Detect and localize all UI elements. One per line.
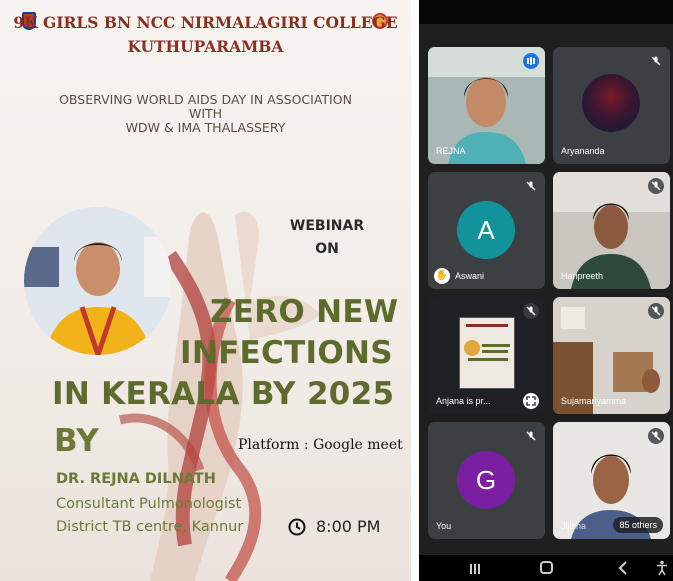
rose-avatar-image bbox=[582, 74, 640, 132]
title-line1: ZERO NEW bbox=[210, 294, 399, 330]
mic-off-icon bbox=[648, 428, 664, 444]
home-icon[interactable] bbox=[540, 561, 553, 574]
participant-tile-haripreeth[interactable]: Haripreeth bbox=[553, 172, 670, 289]
accessibility-icon[interactable] bbox=[656, 560, 668, 576]
event-time: 8:00 PM bbox=[316, 517, 381, 536]
participant-name: Haripreeth bbox=[561, 271, 604, 281]
participant-name: Jijisha bbox=[561, 521, 587, 531]
mic-off-icon bbox=[648, 303, 664, 319]
webinar-poster: 9K GIRLS BN NCC NIRMALAGIRI COLLEGE KUTH… bbox=[0, 0, 411, 581]
webinar-on-label: ON bbox=[315, 241, 339, 257]
participant-name: Anjana is pr... bbox=[436, 396, 491, 406]
poster-subtitle-line2: WITH bbox=[188, 106, 223, 121]
android-nav-bar bbox=[419, 555, 673, 581]
participant-name: REJNA bbox=[436, 146, 466, 156]
participant-tile-anjana-presenting[interactable]: Anjana is pr... bbox=[428, 297, 545, 414]
participant-name: Aswani bbox=[455, 271, 485, 281]
participant-tile-sujamariyamma[interactable]: Sujamariyamma bbox=[553, 297, 670, 414]
webinar-label: WEBINAR bbox=[289, 218, 365, 234]
participant-tile-aryananda[interactable]: Aryananda bbox=[553, 47, 670, 164]
status-bar bbox=[419, 0, 673, 24]
shared-screen-thumbnail bbox=[459, 317, 515, 389]
mic-off-icon bbox=[648, 53, 664, 69]
avatar: A bbox=[457, 201, 515, 259]
by-label: BY bbox=[54, 423, 99, 459]
avatar: G bbox=[457, 451, 515, 509]
fullscreen-icon[interactable] bbox=[523, 393, 539, 409]
mic-off-icon bbox=[523, 178, 539, 194]
raised-hand-icon: ✋ bbox=[434, 268, 450, 284]
mic-off-icon bbox=[523, 303, 539, 319]
participant-name: Aryananda bbox=[561, 146, 605, 156]
participant-name: Sujamariyamma bbox=[561, 396, 627, 406]
speaker-name: DR. REJNA DILNATH bbox=[56, 471, 216, 487]
participant-tile-rejna[interactable]: REJNA bbox=[428, 47, 545, 164]
title-line3: IN KERALA BY 2025 bbox=[52, 376, 395, 412]
clock-icon bbox=[288, 518, 306, 536]
speaking-icon bbox=[523, 53, 539, 69]
participant-tile-you[interactable]: G You bbox=[428, 422, 545, 539]
poster-subtitle-line1: OBSERVING WORLD AIDS DAY IN ASSOCIATION bbox=[59, 92, 352, 107]
poster-header-line2: KUTHUPARAMBA bbox=[127, 37, 284, 56]
poster-header-line1: 9K GIRLS BN NCC NIRMALAGIRI COLLEGE bbox=[13, 13, 398, 32]
participant-tile-jijisha[interactable]: Jijisha 85 others bbox=[553, 422, 670, 539]
meet-call-screen: REJNA Aryananda A ✋ Aswani Haripreeth An… bbox=[419, 0, 673, 581]
recent-apps-icon[interactable] bbox=[469, 562, 481, 574]
poster-subtitle-line3: WDW & IMA THALASSERY bbox=[125, 120, 286, 135]
back-icon[interactable] bbox=[617, 561, 629, 575]
speaker-org: District TB centre, Kannur bbox=[56, 519, 244, 535]
participant-name: You bbox=[436, 521, 452, 531]
speaker-role: Consultant Pulmonologist bbox=[56, 496, 242, 512]
others-count-badge[interactable]: 85 others bbox=[613, 517, 663, 533]
platform-text: Platform : Google meet bbox=[238, 437, 403, 453]
title-line2: INFECTIONS bbox=[180, 335, 393, 371]
mic-off-icon bbox=[648, 178, 664, 194]
mic-off-icon bbox=[523, 428, 539, 444]
participant-tile-aswani[interactable]: A ✋ Aswani bbox=[428, 172, 545, 289]
speaker-photo bbox=[24, 207, 172, 355]
